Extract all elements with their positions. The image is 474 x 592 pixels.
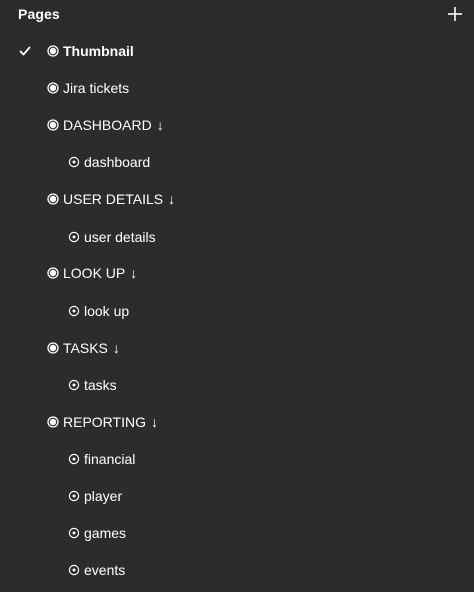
page-item-jira-tickets[interactable]: Jira tickets xyxy=(0,69,474,106)
page-item-dashboard-section[interactable]: DASHBOARD ↓ xyxy=(0,106,474,143)
radio-filled-icon xyxy=(47,341,59,354)
page-item-look-up[interactable]: look up xyxy=(0,292,474,329)
radio-filled-icon xyxy=(47,81,59,94)
radio-filled-icon xyxy=(47,415,59,428)
target-icon xyxy=(68,156,80,168)
page-item-label: LOOK UP ↓ xyxy=(63,265,137,281)
radio-filled-icon xyxy=(47,266,59,279)
arrow-down-icon: ↓ xyxy=(130,264,138,281)
page-item-label-text: USER DETAILS xyxy=(63,190,164,207)
page-item-label: events xyxy=(84,561,126,578)
page-item-user-details-section[interactable]: USER DETAILS ↓ xyxy=(0,180,474,217)
target-icon xyxy=(68,453,80,465)
page-item-label: TASKS ↓ xyxy=(63,340,120,356)
check-icon xyxy=(18,44,32,58)
page-item-label: tasks xyxy=(84,376,117,393)
arrow-down-icon: ↓ xyxy=(168,190,176,207)
page-item-label: Thumbnail xyxy=(63,42,134,59)
arrow-down-icon: ↓ xyxy=(112,339,120,356)
page-item-financial[interactable]: financial xyxy=(0,440,474,477)
target-icon xyxy=(68,490,80,502)
page-item-user-details[interactable]: user details xyxy=(0,218,474,255)
page-item-label: look up xyxy=(84,302,130,319)
radio-filled-icon xyxy=(47,192,59,205)
page-item-label-text: REPORTING xyxy=(63,413,146,430)
page-item-label: USER DETAILS ↓ xyxy=(63,191,175,207)
page-item-label: Jira tickets xyxy=(63,79,130,96)
page-item-label: dashboard xyxy=(84,153,151,170)
pages-panel: Pages Thumbnail Jira tickets DASHBOARD ↓… xyxy=(0,0,474,592)
target-icon xyxy=(68,231,80,243)
page-item-tasks-section[interactable]: TASKS ↓ xyxy=(0,329,474,366)
page-item-label: REPORTING ↓ xyxy=(63,414,158,430)
page-item-tasks[interactable]: tasks xyxy=(0,366,474,403)
page-item-games[interactable]: games xyxy=(0,514,474,551)
add-page-button[interactable] xyxy=(446,5,464,23)
plus-icon xyxy=(448,7,462,21)
page-item-thumbnail[interactable]: Thumbnail xyxy=(0,32,474,69)
page-item-look-up-section[interactable]: LOOK UP ↓ xyxy=(0,254,474,291)
target-icon xyxy=(68,564,80,576)
page-item-label: games xyxy=(84,524,127,541)
page-item-label: user details xyxy=(84,228,156,245)
page-item-reporting-section[interactable]: REPORTING ↓ xyxy=(0,403,474,440)
page-item-label-text: TASKS xyxy=(63,339,108,356)
page-item-events[interactable]: events xyxy=(0,551,474,588)
pages-header: Pages xyxy=(0,0,474,30)
target-icon xyxy=(68,305,80,317)
arrow-down-icon: ↓ xyxy=(150,413,158,430)
page-item-label: DASHBOARD ↓ xyxy=(63,117,164,133)
page-item-label: player xyxy=(84,487,123,504)
radio-filled-icon xyxy=(47,118,59,131)
page-item-label-text: DASHBOARD xyxy=(63,116,152,133)
pages-title: Pages xyxy=(18,6,60,22)
arrow-down-icon: ↓ xyxy=(156,116,164,133)
page-item-label: financial xyxy=(84,450,136,467)
page-item-dashboard[interactable]: dashboard xyxy=(0,143,474,180)
page-item-label-text: LOOK UP xyxy=(63,264,126,281)
target-icon xyxy=(68,527,80,539)
radio-filled-icon xyxy=(47,44,59,57)
target-icon xyxy=(68,379,80,391)
page-item-player[interactable]: player xyxy=(0,477,474,514)
